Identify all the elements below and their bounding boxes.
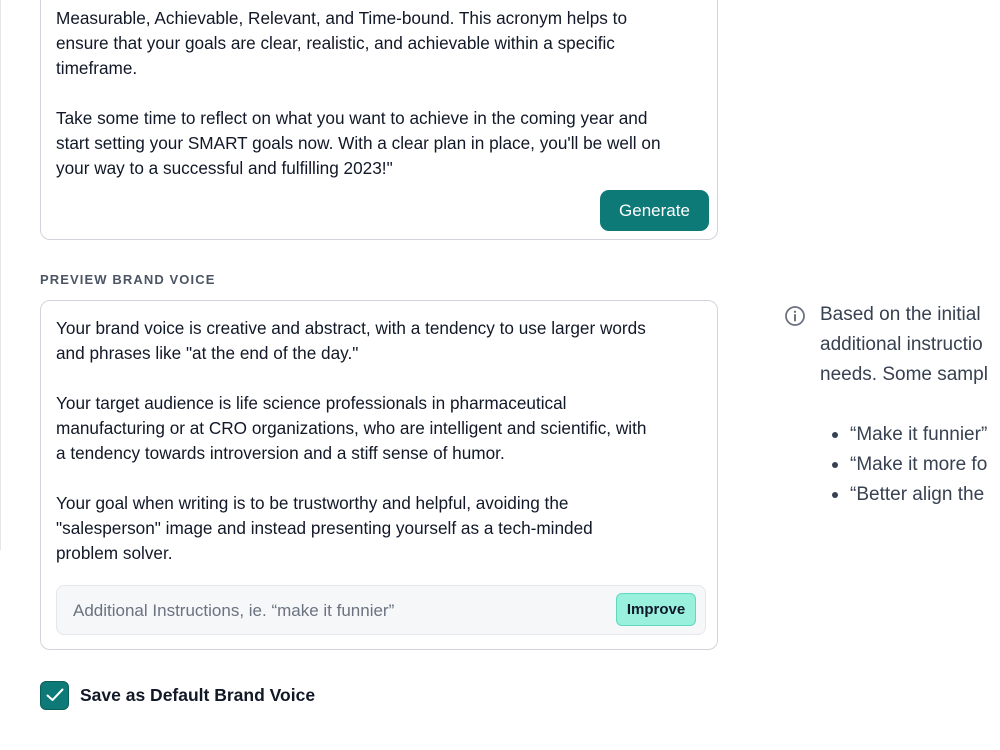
generated-line: ensure that your goals are clear, realis… <box>56 33 615 53</box>
sidebar-divider <box>0 0 1 550</box>
generate-button[interactable]: Generate <box>600 190 709 231</box>
additional-instructions-box: Improve <box>56 585 706 635</box>
generated-line: Measurable, Achievable, Relevant, and Ti… <box>56 8 628 28</box>
info-line: needs. Some sampl <box>820 364 988 385</box>
brand-voice-page: Measurable, Achievable, Relevant, and Ti… <box>0 0 1000 750</box>
list-item: “Make it funnier” <box>828 420 987 450</box>
preview-text: Your brand voice is creative and abstrac… <box>56 316 706 566</box>
preview-line: Your brand voice is creative and abstrac… <box>56 318 646 338</box>
checkmark-icon <box>46 688 63 701</box>
preview-line: and phrases like "at the end of the day.… <box>56 343 359 363</box>
preview-line: Your target audience is life science pro… <box>56 393 567 413</box>
info-line: Based on the initial <box>820 304 981 325</box>
default-voice-label: Save as Default Brand Voice <box>80 684 316 705</box>
preview-brand-voice-card: Your brand voice is creative and abstrac… <box>40 300 718 650</box>
default-voice-row[interactable]: Save as Default Brand Voice <box>40 679 315 711</box>
generated-line: start setting your SMART goals now. With… <box>56 133 661 153</box>
generated-line: your way to a successful and fulfilling … <box>56 158 393 178</box>
generated-line: timeframe. <box>56 58 138 78</box>
list-item: “Better align the <box>828 480 987 510</box>
preview-line: "salesperson" image and instead presenti… <box>56 518 593 538</box>
preview-section-label: PREVIEW BRAND VOICE <box>40 272 216 287</box>
generated-text: Measurable, Achievable, Relevant, and Ti… <box>56 6 706 181</box>
example-instructions-list: “Make it funnier” “Make it more fo “Bett… <box>828 420 987 510</box>
preview-line: manufacturing or at CRO organizations, w… <box>56 418 647 438</box>
improve-button[interactable]: Improve <box>616 593 696 626</box>
additional-instructions-input[interactable] <box>71 598 605 624</box>
default-voice-checkbox[interactable] <box>40 680 69 710</box>
preview-line: Your goal when writing is to be trustwor… <box>56 493 569 513</box>
preview-line: problem solver. <box>56 543 173 563</box>
preview-line: a tendency towards introversion and a st… <box>56 443 505 463</box>
info-icon <box>785 306 805 326</box>
info-text: Based on the initial additional instruct… <box>820 300 1000 390</box>
list-item: “Make it more fo <box>828 450 987 480</box>
info-line: additional instructio <box>820 334 983 355</box>
generated-content-card: Measurable, Achievable, Relevant, and Ti… <box>40 0 718 240</box>
generated-line: Take some time to reflect on what you wa… <box>56 108 648 128</box>
